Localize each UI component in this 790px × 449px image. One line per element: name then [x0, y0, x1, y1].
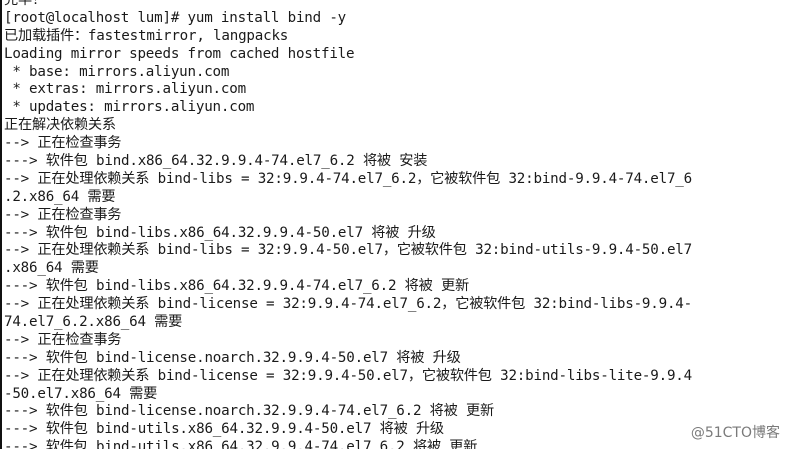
terminal-line: ---> 软件包 bind-libs.x86_64.32.9.9.4-74.el…: [4, 278, 469, 295]
terminal-line: * base: mirrors.aliyun.com: [4, 63, 230, 80]
terminal-output: 完毕！ [root@localhost lum]# yum install bi…: [4, 0, 790, 449]
terminal-line: ---> 软件包 bind-utils.x86_64.32.9.9.4-74.e…: [4, 439, 478, 449]
terminal-line: 完毕！: [4, 0, 46, 8]
terminal-line: ---> 软件包 bind.x86_64.32.9.9.4-74.el7_6.2…: [4, 153, 428, 170]
terminal-line: ---> 软件包 bind-license.noarch.32.9.9.4-50…: [4, 349, 461, 366]
terminal-line: ---> 软件包 bind-license.noarch.32.9.9.4-74…: [4, 403, 494, 420]
terminal-window[interactable]: 完毕！ [root@localhost lum]# yum install bi…: [0, 0, 790, 449]
terminal-line: --> 正在处理依赖关系 bind-license = 32:9.9.4-74.…: [4, 296, 692, 313]
terminal-line: ---> 软件包 bind-utils.x86_64.32.9.9.4-50.e…: [4, 421, 444, 438]
terminal-line: --> 正在处理依赖关系 bind-libs = 32:9.9.4-50.el7…: [4, 242, 692, 259]
terminal-left-edge: [0, 0, 2, 449]
terminal-line: --> 正在检查事务: [4, 331, 122, 348]
terminal-line: Loading mirror speeds from cached hostfi…: [4, 45, 355, 62]
terminal-line: 正在解决依赖关系: [4, 117, 116, 134]
terminal-prompt-line[interactable]: [root@localhost lum]# yum install bind -…: [4, 10, 790, 28]
terminal-line: --> 正在处理依赖关系 bind-libs = 32:9.9.4-74.el7…: [4, 170, 692, 187]
terminal-line: * extras: mirrors.aliyun.com: [4, 81, 246, 98]
terminal-line: 已加载插件：fastestmirror, langpacks: [4, 27, 289, 44]
terminal-line: --> 正在检查事务: [4, 206, 122, 223]
terminal-line: -50.el7.x86_64 需要: [4, 385, 158, 402]
terminal-line: * updates: mirrors.aliyun.com: [4, 99, 255, 116]
terminal-line: .2.x86_64 需要: [4, 188, 116, 205]
watermark-text: @51CTO博客: [688, 425, 782, 443]
terminal-line: --> 正在处理依赖关系 bind-license = 32:9.9.4-50.…: [4, 367, 692, 384]
terminal-line: ---> 软件包 bind-libs.x86_64.32.9.9.4-50.el…: [4, 224, 436, 241]
terminal-line: --> 正在检查事务: [4, 135, 122, 152]
terminal-line: .x86_64 需要: [4, 260, 99, 277]
terminal-line: 74.el7_6.2.x86_64 需要: [4, 314, 183, 331]
